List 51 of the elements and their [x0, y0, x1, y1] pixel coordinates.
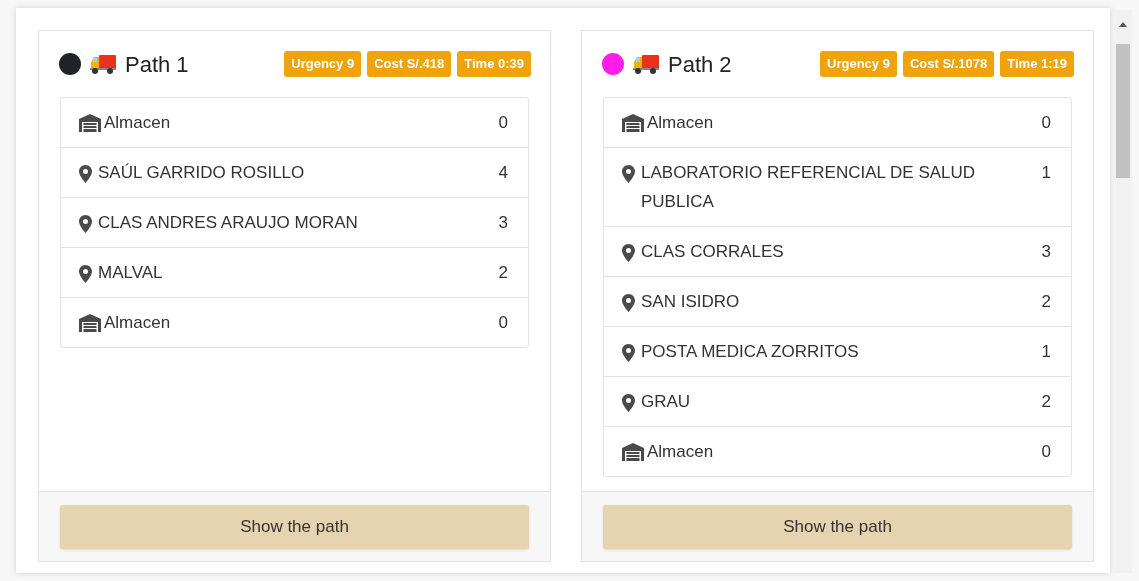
show-path-button[interactable]: Show the path [603, 504, 1072, 549]
info-badge: Time 1:19 [1000, 51, 1074, 77]
stop-count: 0 [1041, 441, 1051, 463]
info-badge: Cost S/.418 [367, 51, 452, 77]
stop-name: Almacen [647, 112, 714, 134]
stop-name: Almacen [104, 312, 171, 334]
stop-name: LABORATORIO REFERENCIAL DE SALUD PUBLICA [641, 162, 977, 213]
stop-count: 3 [1041, 241, 1051, 263]
show-path-button[interactable]: Show the path [60, 504, 529, 549]
info-badge: Urgency 9 [284, 51, 362, 77]
stop-name: CLAS ANDRES ARAUJO MORAN [98, 212, 358, 234]
stop-name: POSTA MEDICA ZORRITOS [641, 341, 859, 363]
truck-icon [632, 53, 660, 75]
warehouse-icon [622, 113, 644, 132]
info-badge: Cost S/.1078 [902, 51, 995, 77]
stop-name: MALVAL [98, 262, 163, 284]
stop-count: 2 [498, 262, 508, 284]
stop-name: GRAU [641, 391, 691, 413]
warehouse-icon [79, 313, 101, 332]
warehouse-icon [79, 113, 101, 132]
route-title: Path 1 [125, 50, 189, 79]
stop-name: Almacen [104, 112, 171, 134]
scroll-up-icon[interactable] [1119, 22, 1127, 27]
stop-count: 1 [1041, 341, 1051, 363]
stop-count: 2 [1041, 391, 1051, 413]
stop-count: 0 [498, 112, 508, 134]
stop-count: 0 [1041, 112, 1051, 134]
map-pin-icon [622, 393, 635, 412]
stop-name: CLAS CORRALES [641, 241, 784, 263]
stop-count: 1 [1041, 162, 1051, 184]
map-pin-icon [79, 164, 92, 183]
stop-name: SAN ISIDRO [641, 291, 740, 313]
map-pin-icon [622, 343, 635, 362]
map-pin-icon [622, 164, 635, 183]
stop-name: Almacen [647, 441, 714, 463]
info-badge: Time 0:39 [457, 51, 531, 77]
stop-count: 2 [1041, 291, 1051, 313]
truck-icon [89, 53, 117, 75]
stop-count: 0 [498, 312, 508, 334]
route-title: Path 2 [668, 50, 732, 79]
stop-count: 4 [498, 162, 508, 184]
info-badge: Urgency 9 [820, 51, 897, 77]
warehouse-icon [622, 442, 644, 461]
scroll-thumb[interactable] [1116, 44, 1130, 178]
scrollbar[interactable] [1114, 10, 1132, 573]
stop-name: SAÚL GARRIDO ROSILLO [98, 162, 305, 184]
map-pin-icon [622, 293, 635, 312]
map-pin-icon [79, 264, 92, 283]
map-pin-icon [79, 214, 92, 233]
map-pin-icon [622, 243, 635, 262]
stop-count: 3 [498, 212, 508, 234]
